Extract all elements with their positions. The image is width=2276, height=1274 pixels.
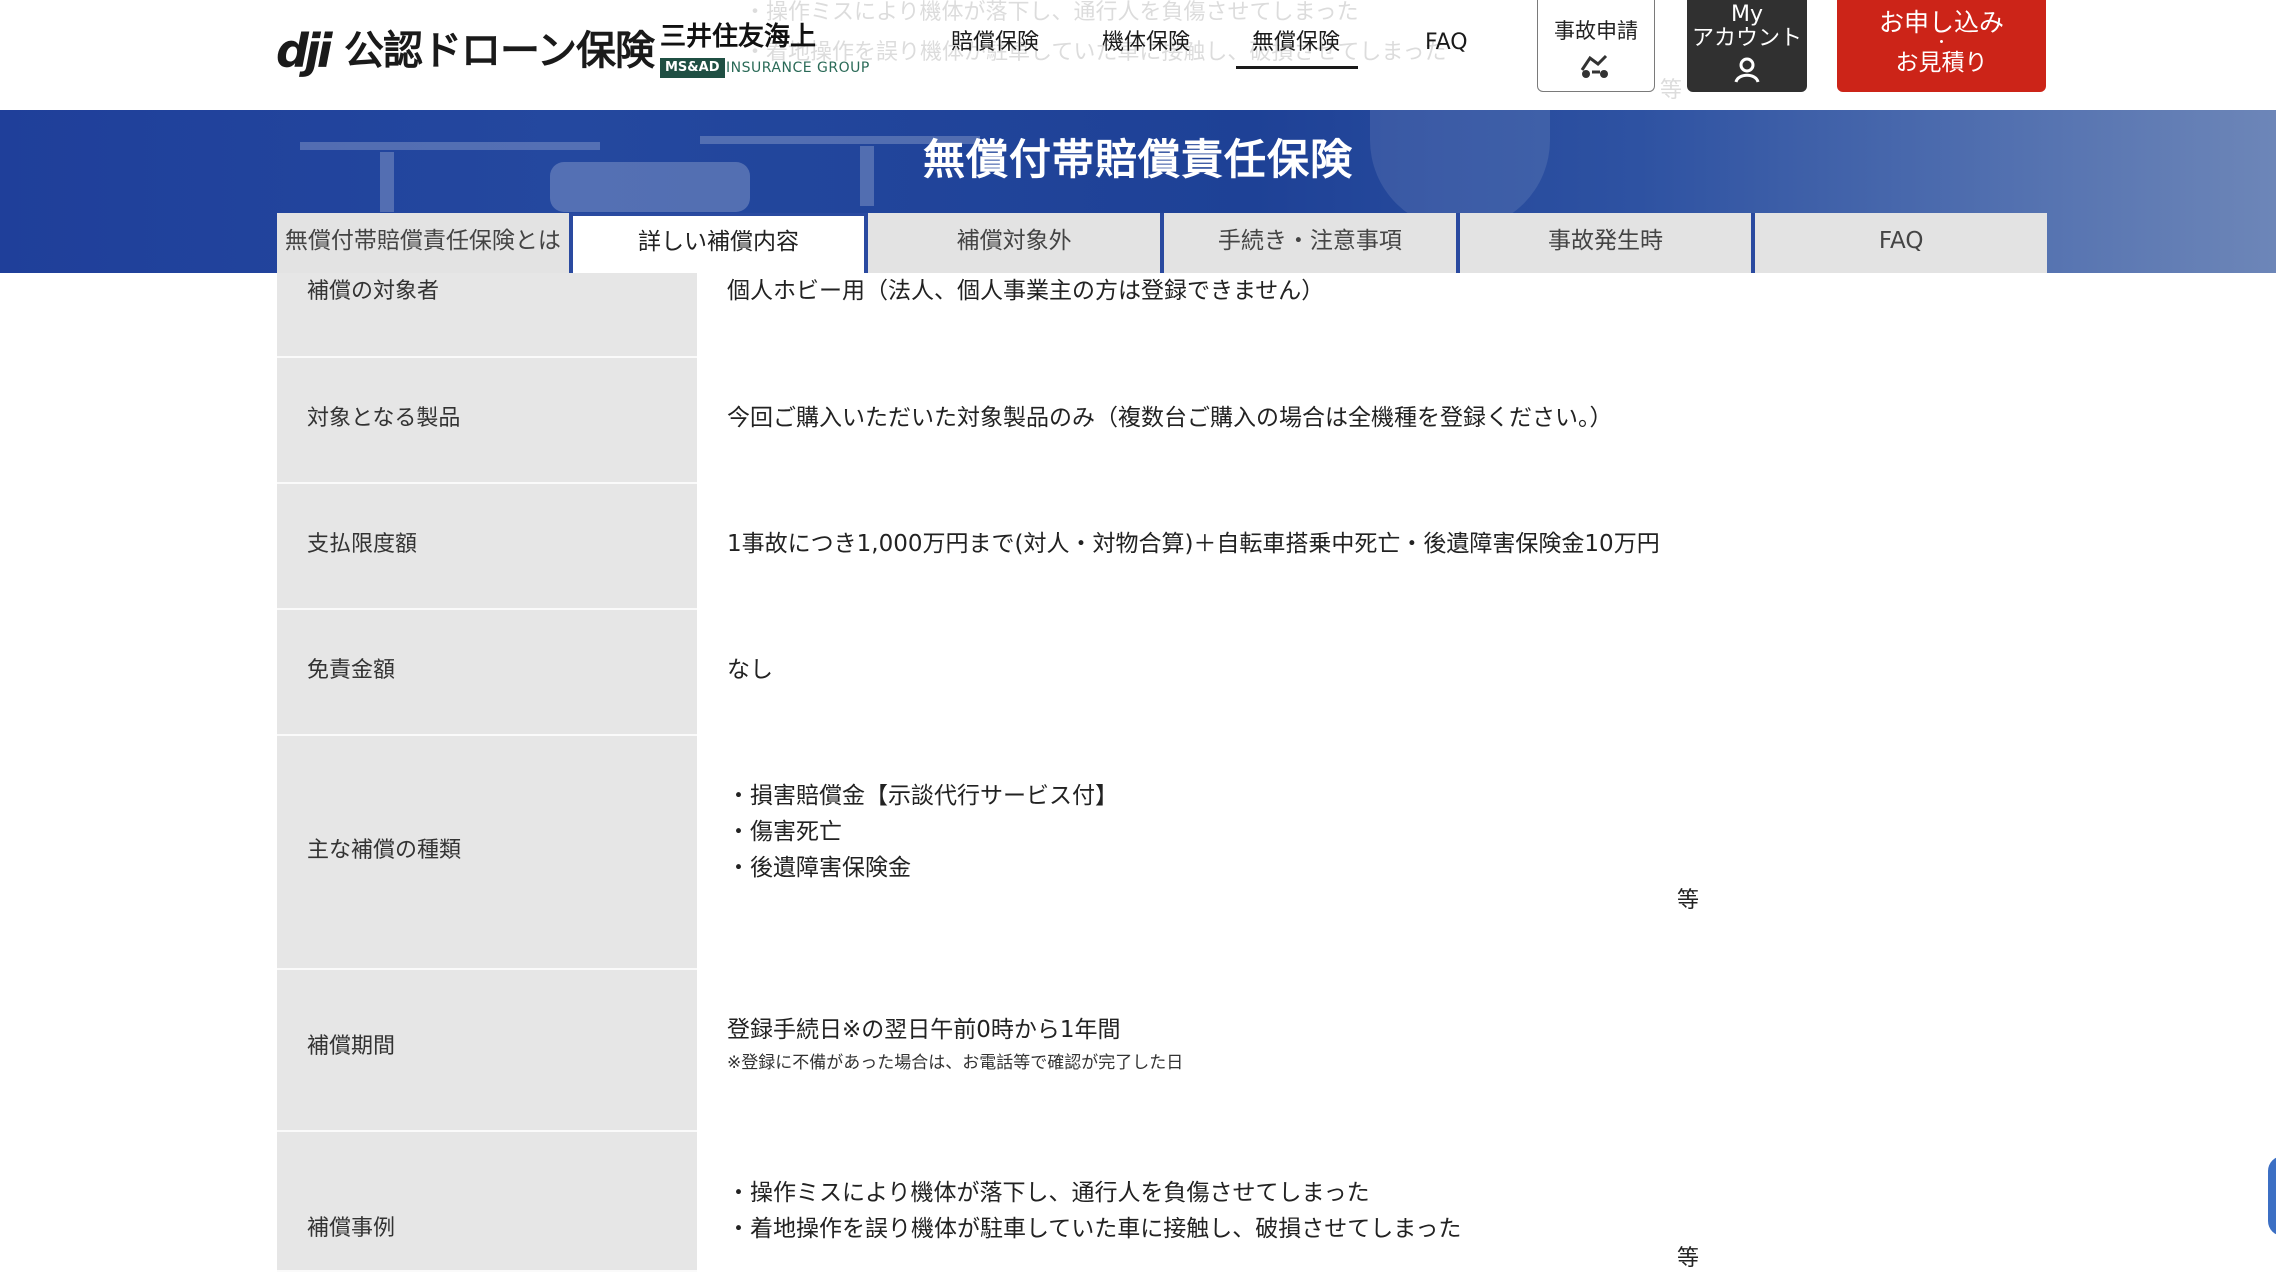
brand-title: 公認ドローン保険 [344,28,655,74]
user-icon [1687,56,1807,88]
floating-chat-button[interactable] [2268,1156,2276,1236]
my-account-button[interactable]: My アカウント [1687,0,1807,92]
partner-badge: MS&AD [660,58,725,78]
accident-claim-label: 事故申請 [1554,19,1638,43]
row-label-cell: 補償事例 [277,1132,697,1272]
apply-label-line1: お申し込み [1878,8,2004,37]
row-label-cell: 補償期間 [277,970,697,1132]
row-label: 補償事例 [307,1216,396,1241]
row-label-cell: 免責金額 [277,610,697,736]
coverage-period-note: ※登録に不備があった場合は、お電話等で確認が完了した日 [727,1053,1184,1073]
nav-liability-insurance[interactable]: 賠償保険 [951,28,1039,58]
nav-free-insurance[interactable]: 無償保険 [1252,28,1340,58]
nav-faq[interactable]: FAQ [1425,28,1468,58]
ghost-text-line1: ・操作ミスにより機体が落下し、通行人を負傷させてしまった [744,0,1359,25]
row-value: 個人ホビー用（法人、個人事業主の方は登録できません） [727,278,1325,304]
row-value: 登録手続日※の翌日午前0時から1年間 ※登録に不備があった場合は、お電話等で確認… [727,1012,1183,1078]
list-item: ・後遺障害保険金 [727,855,911,881]
row-label: 免責金額 [307,658,396,683]
row-label-cell: 補償の対象者 [277,273,697,358]
tab-exclusions[interactable]: 補償対象外 [868,213,1165,273]
row-value: 今回ご購入いただいた対象製品のみ（複数台ご購入の場合は全機種を登録ください。） [727,405,1613,431]
apply-label-dot: ・ [1934,35,1949,51]
partner-group: INSURANCE GROUP [726,60,870,76]
list-item: ・着地操作を誤り機体が駐車していた車に接触し、破損させてしまった [727,1216,1462,1242]
tab-coverage-details[interactable]: 詳しい補償内容 [572,213,869,273]
row-value-list: ・損害賠償金【示談代行サービス付】 ・傷害死亡 ・後遺障害保険金 [727,778,1118,886]
row-label-cell: 主な補償の種類 [277,736,697,970]
my-account-label-line1: My [1730,2,1763,27]
coverage-period-text: 登録手続日※の翌日午前0時から1年間 [727,1017,1121,1043]
apply-label-line2: お見積り [1895,50,1988,76]
nav-hull-insurance[interactable]: 機体保険 [1102,28,1190,58]
etc-mark: 等 [1677,888,1700,913]
row-value-list: ・操作ミスにより機体が落下し、通行人を負傷させてしまった ・着地操作を誤り機体が… [727,1175,1461,1247]
row-label-cell: 対象となる製品 [277,358,697,484]
row-value: 1事故につき1,000万円まで(対人・対物合算)＋自転車搭乗中死亡・後遺障害保険… [727,531,1660,557]
accident-icon [1538,50,1654,86]
ghost-text-etc: 等 [1660,78,1683,103]
accident-claim-button[interactable]: 事故申請 [1537,0,1655,92]
site-header: ・操作ミスにより機体が落下し、通行人を負傷させてしまった ・着地操作を誤り機体が… [0,0,2276,111]
table-row: 免責金額 なし [277,610,2047,736]
row-label: 支払限度額 [307,532,418,557]
tab-procedures[interactable]: 手続き・注意事項 [1164,213,1460,273]
tab-faq[interactable]: FAQ [1755,213,2048,273]
row-value: なし [727,657,773,683]
list-item: ・傷害死亡 [727,819,842,845]
page-title: 無償付帯賠償責任保険 [922,135,1353,184]
apply-quote-button[interactable]: お申し込み ・ お見積り [1837,0,2046,92]
tab-accident[interactable]: 事故発生時 [1459,213,1756,273]
table-row: 対象となる製品 今回ご購入いただいた対象製品のみ（複数台ご購入の場合は全機種を登… [277,358,2047,484]
tab-about[interactable]: 無償付帯賠償責任保険とは [277,213,573,273]
my-account-label-line2: アカウント [1691,26,1802,51]
row-label: 主な補償の種類 [307,838,462,863]
table-row: 補償の対象者 個人ホビー用（法人、個人事業主の方は登録できません） [277,273,2047,358]
list-item: ・操作ミスにより機体が落下し、通行人を負傷させてしまった [727,1180,1370,1206]
section-tabs: 無償付帯賠償責任保険とは 詳しい補償内容 補償対象外 手続き・注意事項 事故発生… [277,213,2048,273]
table-row: 主な補償の種類 ・損害賠償金【示談代行サービス付】 ・傷害死亡 ・後遺障害保険金… [277,736,2047,970]
list-item: ・損害賠償金【示談代行サービス付】 [727,783,1118,809]
row-label-cell: 支払限度額 [277,484,697,610]
table-row: 補償事例 ・操作ミスにより機体が落下し、通行人を負傷させてしまった ・着地操作を… [277,1132,2047,1272]
table-row: 支払限度額 1事故につき1,000万円まで(対人・対物合算)＋自転車搭乗中死亡・… [277,484,2047,610]
row-label: 補償の対象者 [307,279,440,304]
table-row: 補償期間 登録手続日※の翌日午前0時から1年間 ※登録に不備があった場合は、お電… [277,970,2047,1132]
row-label: 補償期間 [307,1034,396,1059]
row-label: 対象となる製品 [307,406,461,431]
nav-active-underline [1236,66,1358,69]
dji-logo: dji [276,24,333,78]
partner-name: 三井住友海上 [660,22,817,52]
